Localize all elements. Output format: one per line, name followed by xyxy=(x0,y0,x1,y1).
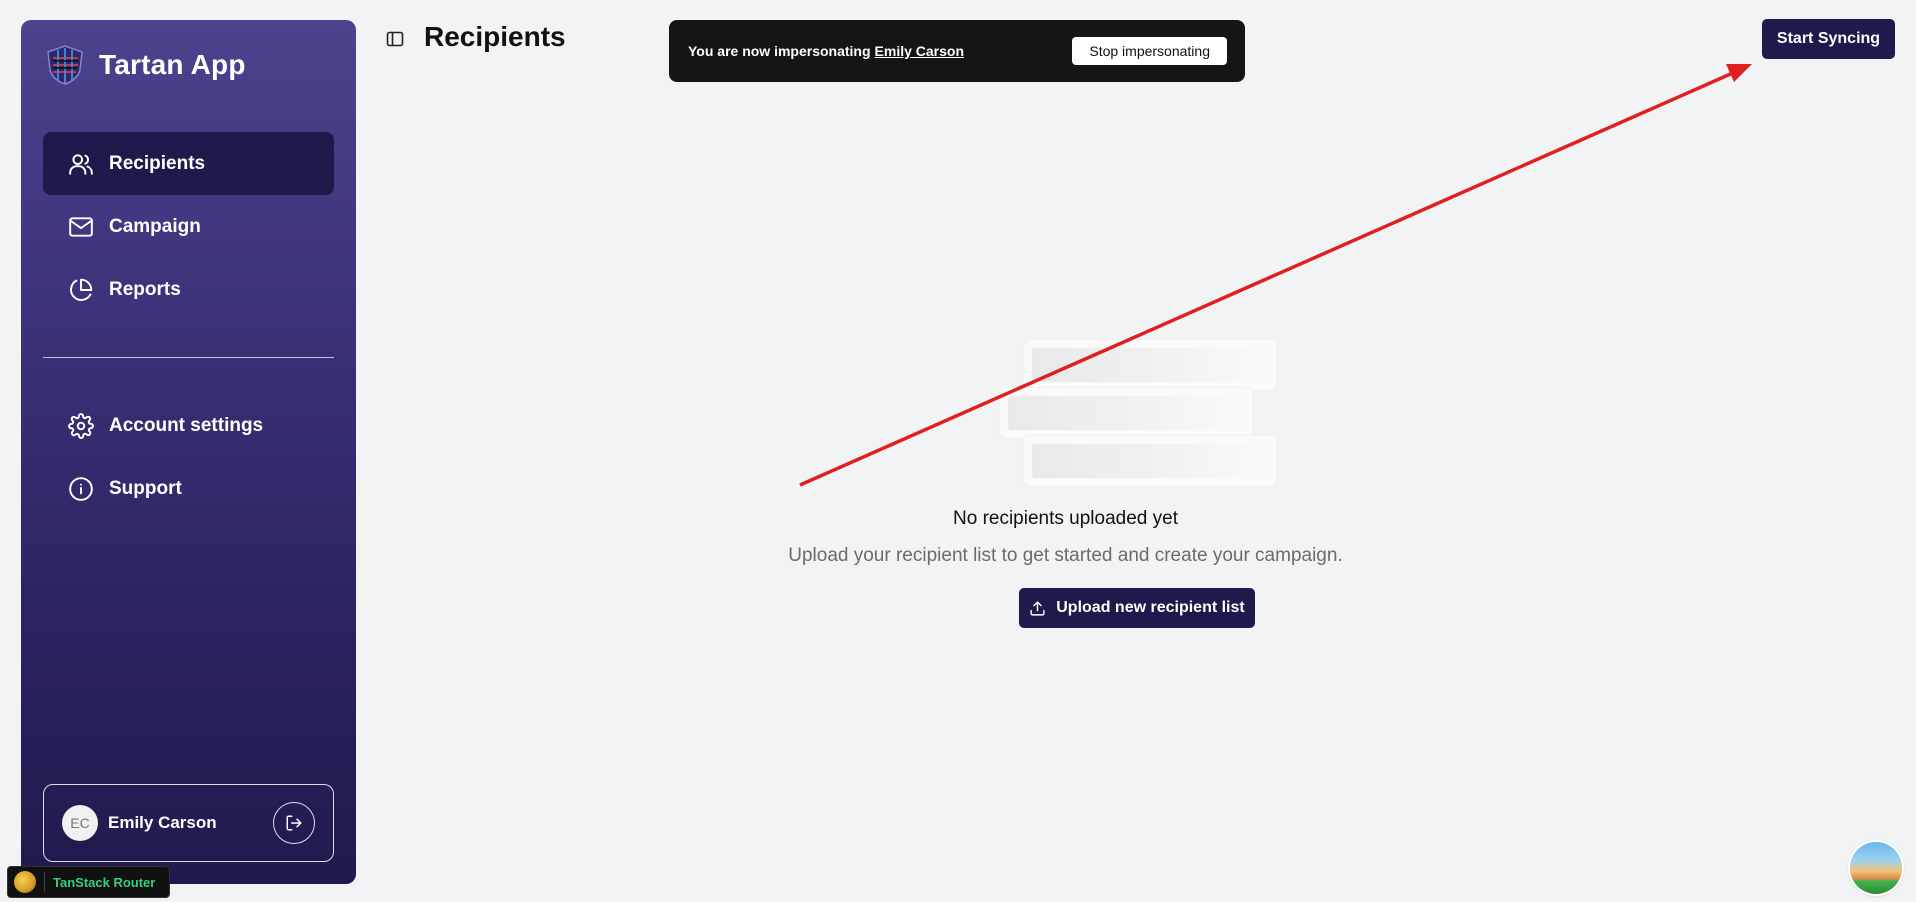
sidebar-item-label: Campaign xyxy=(109,215,201,237)
info-icon xyxy=(67,475,95,503)
sidebar-item-reports[interactable]: Reports xyxy=(43,258,334,321)
upload-button-label: Upload new recipient list xyxy=(1056,599,1245,616)
empty-state-illustration xyxy=(1000,340,1276,488)
upload-icon xyxy=(1030,600,1045,616)
logout-icon xyxy=(286,815,302,831)
user-card[interactable]: EC Emily Carson xyxy=(43,784,334,862)
impersonation-banner: You are now impersonating Emily Carson St… xyxy=(669,20,1245,82)
pie-chart-icon xyxy=(67,276,95,304)
page-title: Recipients xyxy=(424,21,566,52)
start-syncing-button[interactable]: Start Syncing xyxy=(1762,19,1895,59)
stop-impersonating-button[interactable]: Stop impersonating xyxy=(1072,37,1227,65)
user-name: Emily Carson xyxy=(108,813,217,832)
tanstack-router-devtools-button[interactable]: TanStack Router xyxy=(7,866,170,898)
impersonation-text: You are now impersonating Emily Carson xyxy=(688,43,964,59)
sidebar-item-label: Recipients xyxy=(109,152,206,174)
sidebar-toggle-icon[interactable] xyxy=(385,29,405,49)
impersonated-user-link[interactable]: Emily Carson xyxy=(875,43,964,59)
empty-state-title: No recipients uploaded yet xyxy=(953,508,1178,529)
mail-icon xyxy=(67,213,95,241)
gear-icon xyxy=(67,412,95,440)
sidebar: Tartan App Recipients Campaign Reports A… xyxy=(21,20,356,884)
sidebar-divider xyxy=(43,357,334,358)
logout-button[interactable] xyxy=(273,802,315,844)
empty-state-subtitle: Upload your recipient list to get starte… xyxy=(788,545,1343,566)
tanstack-logo-icon xyxy=(14,871,36,893)
upload-recipient-list-button[interactable]: Upload new recipient list xyxy=(1019,588,1255,628)
impersonation-prefix: You are now impersonating xyxy=(688,43,871,59)
tanstack-label: TanStack Router xyxy=(53,874,156,890)
sidebar-item-recipients[interactable]: Recipients xyxy=(43,132,334,195)
avatar: EC xyxy=(62,805,98,841)
query-devtools-logo-icon[interactable] xyxy=(1850,842,1902,894)
sidebar-item-account-settings[interactable]: Account settings xyxy=(43,394,334,457)
sidebar-nav: Recipients Campaign Reports Account sett… xyxy=(43,132,334,520)
app-name: Tartan App xyxy=(99,49,246,80)
tartan-logo-icon xyxy=(47,45,83,85)
sidebar-item-label: Support xyxy=(109,477,182,499)
users-icon xyxy=(67,150,95,178)
sidebar-item-label: Reports xyxy=(109,278,181,300)
sidebar-item-label: Account settings xyxy=(109,414,264,436)
brand[interactable]: Tartan App xyxy=(45,44,246,86)
sidebar-item-campaign[interactable]: Campaign xyxy=(43,195,334,258)
